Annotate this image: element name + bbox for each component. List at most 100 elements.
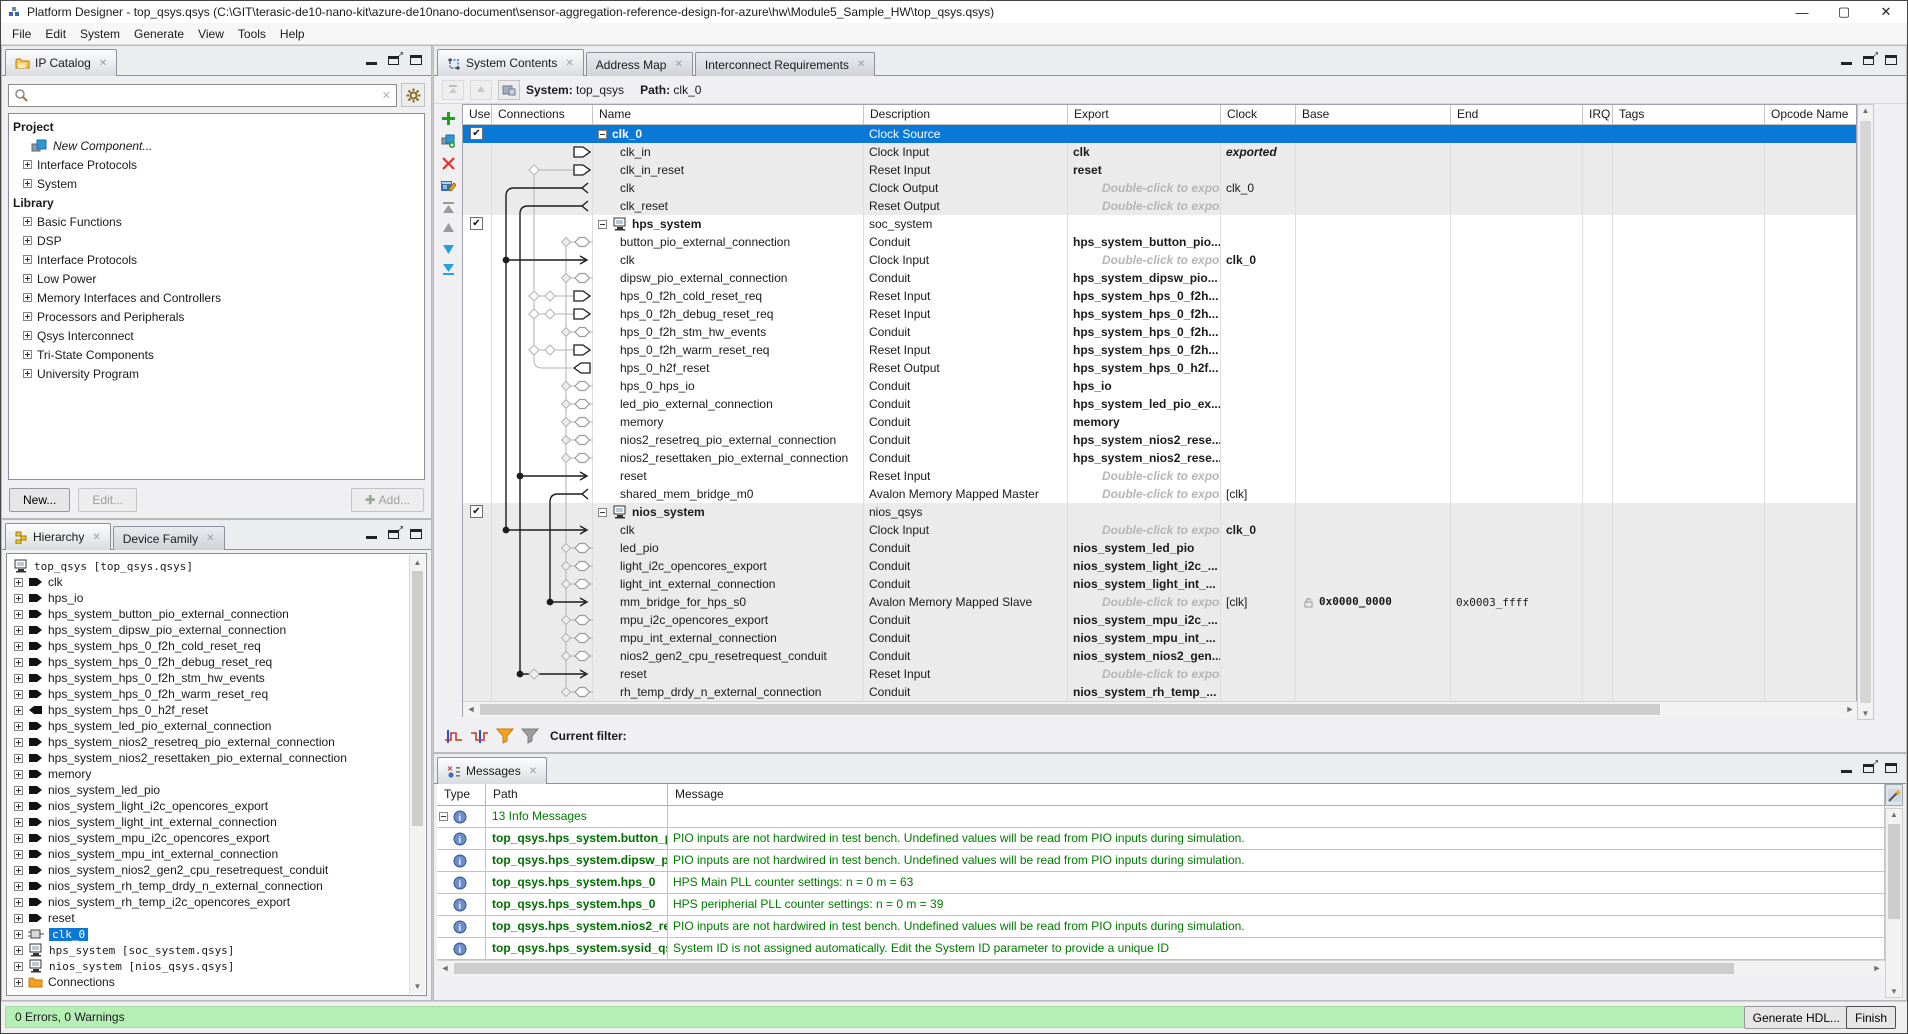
table-row[interactable]: hps_0_f2h_debug_reset_reqReset Inputhps_… bbox=[463, 305, 1856, 323]
table-row[interactable]: ✔hps_systemsoc_system bbox=[463, 215, 1856, 233]
column-header-connections[interactable]: Connections bbox=[492, 105, 593, 124]
table-row[interactable]: mpu_i2c_opencores_exportConduitnios_syst… bbox=[463, 611, 1856, 629]
search-settings-button[interactable] bbox=[401, 83, 425, 107]
expand-icon[interactable] bbox=[23, 236, 32, 245]
menu-item-view[interactable]: View bbox=[191, 25, 231, 43]
close-tab-icon[interactable]: ✕ bbox=[92, 532, 100, 543]
hierarchy-item[interactable]: nios_system_nios2_gen2_cpu_resetrequest_… bbox=[11, 862, 426, 878]
hierarchy-item[interactable]: hps_system_led_pio_external_connection bbox=[11, 718, 426, 734]
column-header-name[interactable]: Name bbox=[593, 105, 864, 124]
ip-tree-item[interactable]: Interface Protocols bbox=[13, 155, 424, 174]
tab-interconnect-requirements[interactable]: Interconnect Requirements✕ bbox=[695, 52, 875, 76]
move-down-icon[interactable] bbox=[442, 243, 455, 254]
duplicate-component-icon[interactable] bbox=[441, 134, 456, 148]
close-button[interactable]: ✕ bbox=[1865, 1, 1907, 23]
hierarchy-root[interactable]: top_qsys [top_qsys.qsys] bbox=[11, 558, 426, 574]
hierarchy-item[interactable]: hps_system [soc_system.qsys] bbox=[11, 942, 426, 958]
remove-icon[interactable] bbox=[442, 157, 455, 170]
hierarchy-item[interactable]: memory bbox=[11, 766, 426, 782]
collapse-icon[interactable] bbox=[598, 508, 607, 517]
messages-column-header-path[interactable]: Path bbox=[486, 784, 668, 805]
collapse-icon[interactable] bbox=[439, 812, 448, 821]
expand-icon[interactable] bbox=[23, 369, 32, 378]
ip-tree-item[interactable]: University Program bbox=[13, 364, 424, 383]
panel-controls[interactable] bbox=[1841, 55, 1897, 65]
table-row[interactable]: rh_temp_drdy_n_external_connectionCondui… bbox=[463, 683, 1856, 701]
table-row[interactable]: nios2_gen2_cpu_resetrequest_conduitCondu… bbox=[463, 647, 1856, 665]
column-header-end[interactable]: End bbox=[1451, 105, 1583, 124]
expand-icon[interactable] bbox=[14, 962, 23, 971]
filter-icon[interactable] bbox=[496, 728, 514, 744]
close-tab-icon[interactable]: ✕ bbox=[857, 59, 865, 70]
table-row[interactable]: memoryConduitmemory bbox=[463, 413, 1856, 431]
maximize-button[interactable]: ▢ bbox=[1823, 1, 1865, 23]
table-row[interactable]: hps_0_h2f_resetReset Outputhps_system_hp… bbox=[463, 359, 1856, 377]
messages-column-header-type[interactable]: Type bbox=[437, 784, 486, 805]
expand-icon[interactable] bbox=[14, 898, 23, 907]
tab-messages[interactable]: ✕Messages✕ bbox=[437, 757, 547, 784]
expand-icon[interactable] bbox=[14, 802, 23, 811]
table-row[interactable]: ✔nios_systemnios_qsys bbox=[463, 503, 1856, 521]
hierarchy-item[interactable]: reset bbox=[11, 910, 426, 926]
expand-icon[interactable] bbox=[14, 738, 23, 747]
close-tab-icon[interactable]: ✕ bbox=[565, 58, 573, 69]
expand-icon[interactable] bbox=[14, 706, 23, 715]
expand-icon[interactable] bbox=[23, 179, 32, 188]
move-top-icon[interactable] bbox=[442, 202, 455, 214]
hierarchy-item[interactable]: clk_0 bbox=[11, 926, 426, 942]
ip-tree-item[interactable]: Processors and Peripherals bbox=[13, 307, 424, 326]
hierarchy-item[interactable]: hps_system_nios2_resetreq_pio_external_c… bbox=[11, 734, 426, 750]
hierarchy-item[interactable]: nios_system_light_int_external_connectio… bbox=[11, 814, 426, 830]
table-row[interactable]: clkClock OutputDouble-click to exportclk… bbox=[463, 179, 1856, 197]
column-header-description[interactable]: Description bbox=[864, 105, 1068, 124]
tab-system-contents[interactable]: System Contents✕ bbox=[437, 49, 584, 76]
panel-controls[interactable] bbox=[366, 529, 422, 539]
tab-device-family[interactable]: Device Family✕ bbox=[113, 526, 225, 550]
table-row[interactable]: resetReset InputDouble-click to export bbox=[463, 665, 1856, 683]
expand-icon[interactable] bbox=[14, 690, 23, 699]
expand-icon[interactable] bbox=[14, 674, 23, 683]
hierarchy-item[interactable]: nios_system_rh_temp_drdy_n_external_conn… bbox=[11, 878, 426, 894]
table-row[interactable]: clk_resetReset OutputDouble-click to exp… bbox=[463, 197, 1856, 215]
tab-hierarchy[interactable]: Hierarchy✕ bbox=[5, 523, 111, 550]
messages-column-header-message[interactable]: Message bbox=[668, 784, 1885, 805]
column-header-irq[interactable]: IRQ bbox=[1583, 105, 1613, 124]
add-component-icon[interactable] bbox=[442, 112, 455, 125]
hierarchy-item[interactable]: nios_system_mpu_int_external_connection bbox=[11, 846, 426, 862]
expand-icon[interactable] bbox=[23, 255, 32, 264]
hierarchy-item[interactable]: nios_system_mpu_i2c_opencores_export bbox=[11, 830, 426, 846]
use-checkbox[interactable]: ✔ bbox=[470, 505, 483, 518]
lock-icon[interactable] bbox=[1303, 597, 1314, 608]
message-row[interactable]: i13 Info Messages bbox=[437, 806, 1885, 828]
close-tab-icon[interactable]: ✕ bbox=[674, 59, 682, 70]
hierarchy-item[interactable]: Connections bbox=[11, 974, 426, 990]
message-row[interactable]: itop_qsys.hps_system.hps_0HPS Main PLL c… bbox=[437, 872, 1885, 894]
table-row[interactable]: mm_bridge_for_hps_s0Avalon Memory Mapped… bbox=[463, 593, 1856, 611]
close-tab-icon[interactable]: ✕ bbox=[529, 766, 537, 777]
collapse-icon[interactable] bbox=[598, 220, 607, 229]
expand-icon[interactable] bbox=[23, 217, 32, 226]
table-row[interactable]: hps_0_hps_ioConduithps_io bbox=[463, 377, 1856, 395]
expand-icon[interactable] bbox=[14, 818, 23, 827]
ip-tree-item[interactable]: New Component... bbox=[13, 136, 424, 155]
table-vscrollbar[interactable]: ▲ ▼ bbox=[1857, 104, 1874, 720]
move-up-icon[interactable] bbox=[442, 223, 455, 234]
generate-hdl-button[interactable]: Generate HDL... bbox=[1744, 1006, 1849, 1029]
expand-icon[interactable] bbox=[14, 786, 23, 795]
expand-icon[interactable] bbox=[14, 866, 23, 875]
hierarchy-item[interactable]: nios_system_light_i2c_opencores_export bbox=[11, 798, 426, 814]
table-row[interactable]: hps_0_f2h_warm_reset_reqReset Inputhps_s… bbox=[463, 341, 1856, 359]
tab-address-map[interactable]: Address Map✕ bbox=[586, 52, 693, 76]
message-row[interactable]: itop_qsys.hps_system.hps_0HPS peripheria… bbox=[437, 894, 1885, 916]
hierarchy-item[interactable]: hps_system_button_pio_external_connectio… bbox=[11, 606, 426, 622]
clear-search-icon[interactable]: ✕ bbox=[382, 89, 391, 102]
message-row[interactable]: itop_qsys.hps_system.dipsw_pioPIO inputs… bbox=[437, 850, 1885, 872]
finish-button[interactable]: Finish bbox=[1846, 1006, 1896, 1029]
expand-icon[interactable] bbox=[23, 331, 32, 340]
move-bottom-icon[interactable] bbox=[442, 263, 455, 275]
column-header-use[interactable]: Use bbox=[463, 105, 492, 124]
table-row[interactable]: nios2_resettaken_pio_external_connection… bbox=[463, 449, 1856, 467]
table-row[interactable]: shared_mem_bridge_m0Avalon Memory Mapped… bbox=[463, 485, 1856, 503]
table-row[interactable]: ✔clk_0Clock Source bbox=[463, 125, 1856, 143]
hierarchy-scrollbar[interactable]: ▲ ▼ bbox=[409, 555, 425, 994]
